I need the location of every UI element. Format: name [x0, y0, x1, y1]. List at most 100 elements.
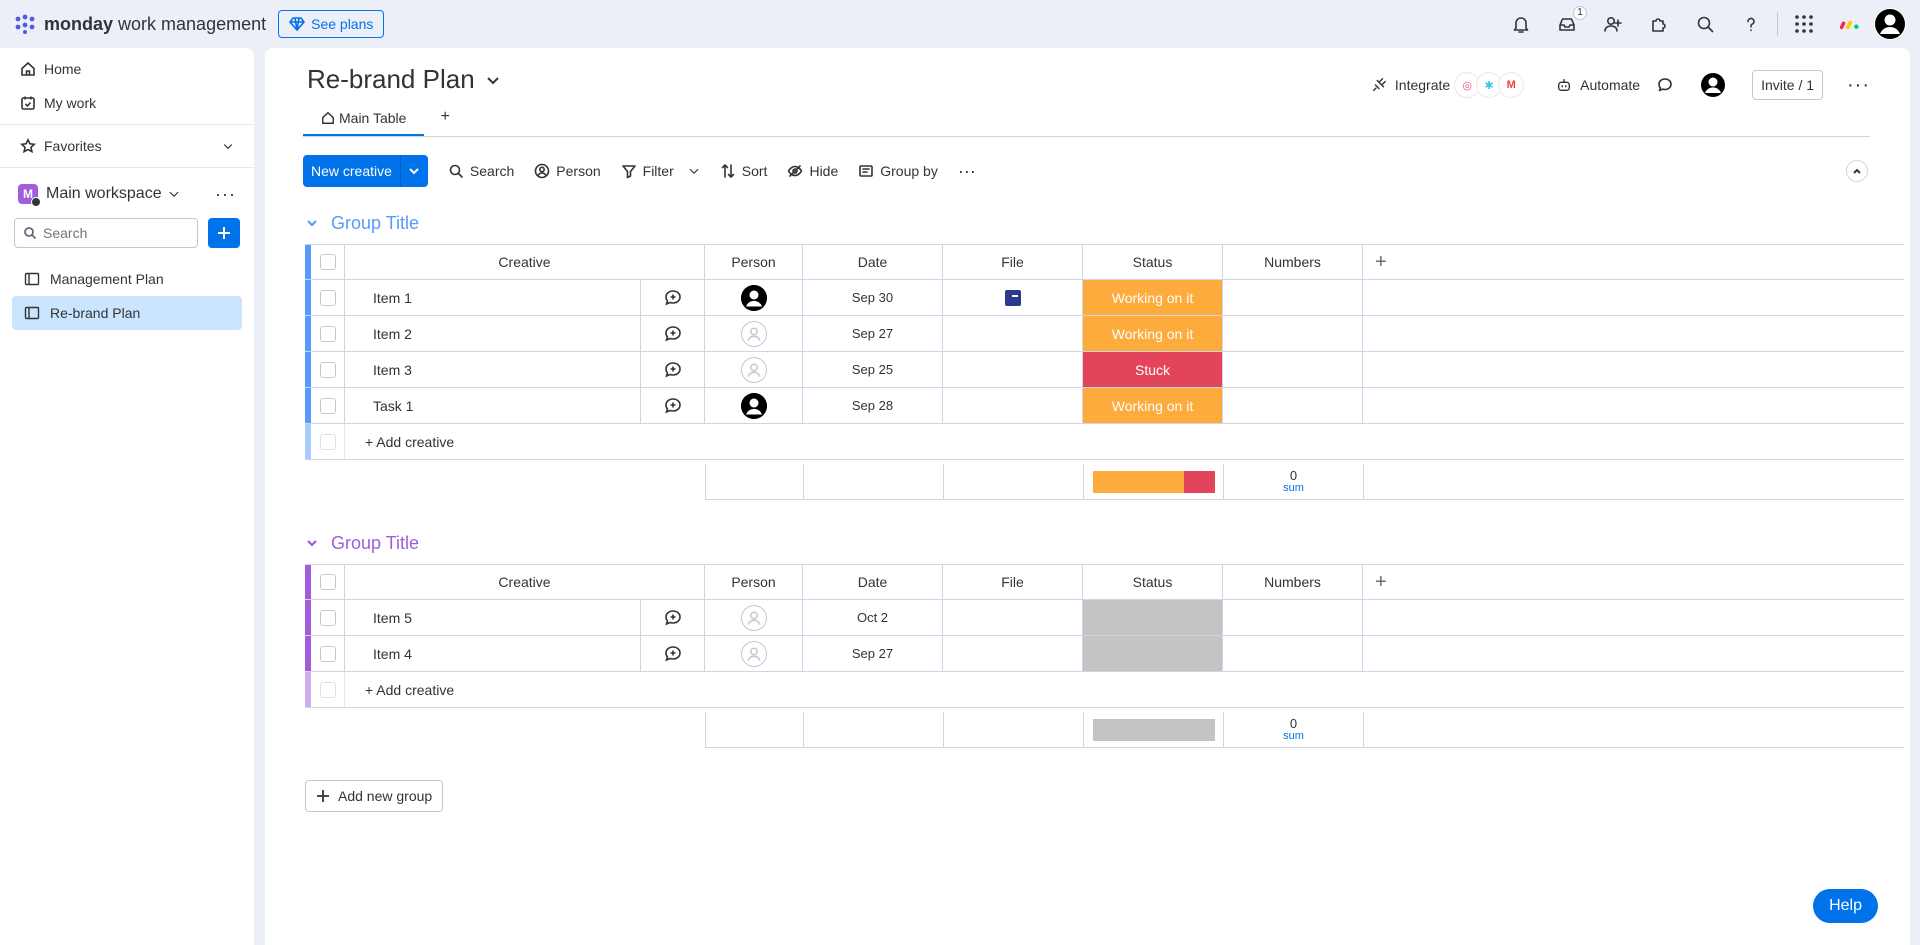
numbers-cell[interactable]: [1223, 388, 1363, 423]
add-column-button[interactable]: +: [1363, 565, 1904, 599]
person-cell[interactable]: [705, 600, 803, 635]
sidebar-search[interactable]: [14, 218, 198, 248]
board-owner-avatar[interactable]: [1700, 72, 1726, 98]
column-header-person[interactable]: Person: [705, 565, 803, 599]
add-new-group-button[interactable]: Add new group: [305, 780, 444, 812]
tab-main-table[interactable]: Main Table: [303, 110, 425, 136]
new-item-label[interactable]: New creative: [303, 155, 400, 187]
item-name[interactable]: Item 3: [345, 352, 640, 387]
inbox-icon[interactable]: 1: [1557, 6, 1587, 34]
date-cell[interactable]: Sep 30: [803, 280, 943, 315]
board-title[interactable]: Re-brand Plan: [307, 64, 501, 95]
item-name[interactable]: Item 1: [345, 280, 640, 315]
file-cell[interactable]: [943, 600, 1083, 635]
numbers-cell[interactable]: [1223, 600, 1363, 635]
add-view-button[interactable]: +: [440, 108, 449, 136]
user-avatar[interactable]: [1874, 8, 1906, 40]
status-cell[interactable]: [1083, 600, 1223, 635]
date-cell[interactable]: Sep 28: [803, 388, 943, 423]
add-item-button[interactable]: [208, 218, 240, 248]
add-update-icon[interactable]: [640, 316, 705, 351]
apps-puzzle-icon[interactable]: [1649, 14, 1669, 34]
workspace-selector[interactable]: M Main workspace ···: [0, 174, 254, 214]
row-checkbox[interactable]: [319, 325, 336, 342]
group-header[interactable]: Group Title: [305, 528, 1904, 558]
select-all-checkbox[interactable]: [319, 574, 336, 590]
group-header[interactable]: Group Title: [305, 208, 1904, 238]
column-header-person[interactable]: Person: [705, 245, 803, 279]
summary-status[interactable]: [1084, 712, 1224, 747]
person-cell[interactable]: [705, 352, 803, 387]
date-cell[interactable]: Oct 2: [803, 600, 943, 635]
workspace-more-icon[interactable]: ···: [215, 184, 236, 205]
item-name[interactable]: Item 4: [345, 636, 640, 671]
board-more-icon[interactable]: ···: [1847, 74, 1870, 97]
summary-numbers[interactable]: 0 sum: [1224, 712, 1364, 747]
column-header-numbers[interactable]: Numbers: [1223, 245, 1363, 279]
numbers-cell[interactable]: [1223, 352, 1363, 387]
row-checkbox[interactable]: [319, 645, 336, 662]
toolbar-more-button[interactable]: ···: [958, 161, 976, 182]
status-cell[interactable]: Working on it: [1083, 388, 1223, 423]
numbers-cell[interactable]: [1223, 280, 1363, 315]
person-cell[interactable]: [705, 388, 803, 423]
group-title[interactable]: Group Title: [331, 213, 419, 234]
status-cell[interactable]: [1083, 636, 1223, 671]
column-header-file[interactable]: File: [943, 245, 1083, 279]
file-thumbnail-icon[interactable]: [1004, 289, 1021, 306]
file-cell[interactable]: [943, 352, 1083, 387]
column-header-status[interactable]: Status: [1083, 245, 1223, 279]
invite-button[interactable]: Invite / 1: [1752, 70, 1824, 100]
item-name[interactable]: Item 2: [345, 316, 640, 351]
status-cell[interactable]: Stuck: [1083, 352, 1223, 387]
column-header-date[interactable]: Date: [803, 565, 943, 599]
row-checkbox[interactable]: [319, 361, 336, 378]
add-item-row[interactable]: + Add creative: [305, 672, 1904, 708]
person-cell[interactable]: [705, 280, 803, 315]
toolbar-group-by-button[interactable]: Group by: [858, 163, 938, 179]
toolbar-filter-button[interactable]: Filter: [621, 163, 700, 179]
column-header-date[interactable]: Date: [803, 245, 943, 279]
toolbar-search-button[interactable]: Search: [448, 163, 514, 179]
toolbar-hide-button[interactable]: Hide: [787, 163, 838, 179]
new-item-button[interactable]: New creative: [303, 155, 428, 187]
file-cell[interactable]: [943, 388, 1083, 423]
sidebar-item-favorites[interactable]: Favorites: [0, 129, 254, 163]
sidebar-board-management-plan[interactable]: Management Plan: [12, 262, 242, 296]
file-cell[interactable]: [943, 636, 1083, 671]
status-cell[interactable]: Working on it: [1083, 316, 1223, 351]
column-header-numbers[interactable]: Numbers: [1223, 565, 1363, 599]
product-switcher-grid-icon[interactable]: [1794, 14, 1814, 34]
brand-logo[interactable]: monday work management: [14, 14, 266, 35]
date-cell[interactable]: Sep 27: [803, 636, 943, 671]
table-row[interactable]: Item 5 Oct 2: [305, 600, 1904, 636]
column-header-status[interactable]: Status: [1083, 565, 1223, 599]
add-column-button[interactable]: +: [1363, 245, 1904, 279]
group-title[interactable]: Group Title: [331, 533, 419, 554]
table-row[interactable]: Item 3 Sep 25 Stuck: [305, 352, 1904, 388]
add-update-icon[interactable]: [640, 280, 705, 315]
column-header-name[interactable]: Creative: [345, 565, 705, 599]
chevron-down-icon[interactable]: [688, 165, 700, 177]
toolbar-person-button[interactable]: Person: [534, 163, 601, 179]
add-item-row[interactable]: + Add creative: [305, 424, 1904, 460]
monday-mark-icon[interactable]: [1840, 14, 1862, 34]
updates-chat-icon[interactable]: [1656, 76, 1674, 94]
chevron-down-icon[interactable]: [305, 216, 319, 230]
add-update-icon[interactable]: [640, 352, 705, 387]
row-checkbox[interactable]: [319, 397, 336, 414]
status-cell[interactable]: Working on it: [1083, 280, 1223, 315]
table-row[interactable]: Task 1 Sep 28 Working on it: [305, 388, 1904, 424]
row-checkbox[interactable]: [319, 289, 336, 306]
row-checkbox[interactable]: [319, 609, 336, 626]
sidebar-item-home[interactable]: Home: [0, 52, 254, 86]
sidebar-item-my-work[interactable]: My work: [0, 86, 254, 120]
numbers-cell[interactable]: [1223, 316, 1363, 351]
automate-button[interactable]: Automate: [1556, 77, 1640, 93]
add-update-icon[interactable]: [640, 388, 705, 423]
date-cell[interactable]: Sep 25: [803, 352, 943, 387]
toolbar-sort-button[interactable]: Sort: [720, 163, 767, 179]
file-cell[interactable]: [943, 316, 1083, 351]
table-row[interactable]: Item 4 Sep 27: [305, 636, 1904, 672]
summary-status[interactable]: [1084, 464, 1224, 499]
